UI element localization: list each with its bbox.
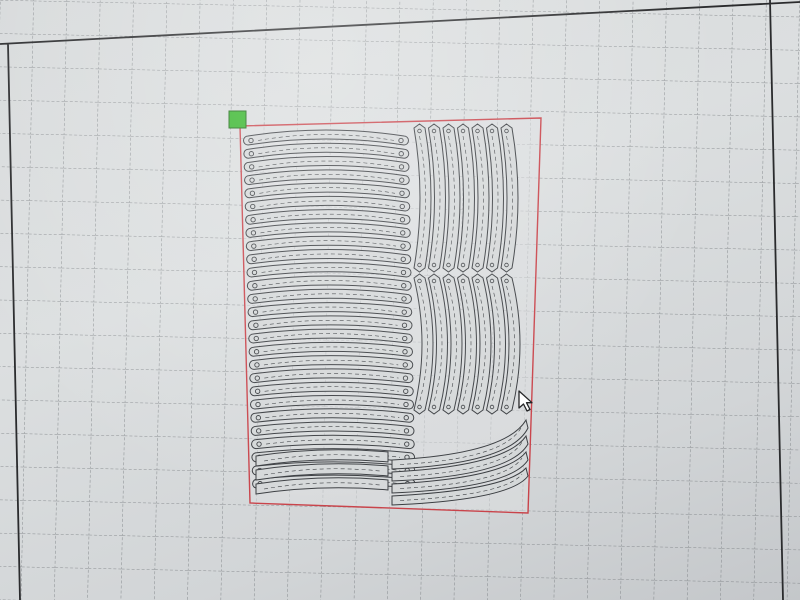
anchor-handle[interactable] xyxy=(228,110,247,129)
bottom-left-arc-group[interactable] xyxy=(255,449,389,495)
laser-design-screen xyxy=(0,0,800,600)
design-canvas[interactable] xyxy=(0,0,800,600)
